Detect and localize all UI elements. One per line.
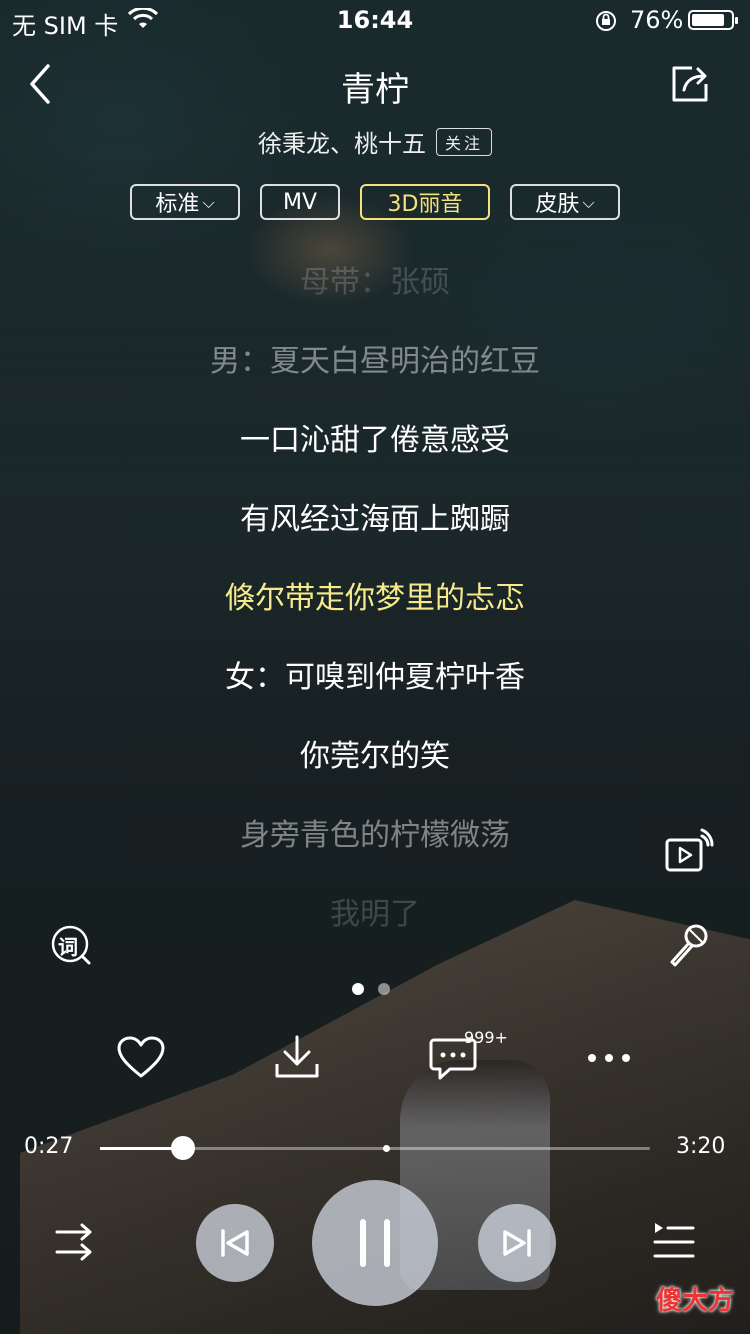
lyric-search-icon[interactable]: 词 xyxy=(50,924,91,965)
previous-icon xyxy=(221,1229,249,1257)
sound-effect-label: 3D丽音 xyxy=(387,192,463,217)
mv-chip[interactable]: MV xyxy=(260,184,340,220)
lyric-line: 女：可嗅到仲夏柠叶香 xyxy=(225,660,525,695)
pause-icon xyxy=(360,1219,390,1267)
lyrics-panel[interactable]: 母带：张硕 男：夏天白昼明治的红豆 一口沁甜了倦意感受 有风经过海面上踟蹰 倏尔… xyxy=(0,256,750,967)
skin-chip[interactable]: 皮肤 ⌵ xyxy=(510,184,620,220)
lyric-line-active: 倏尔带走你梦里的忐忑 xyxy=(225,581,525,616)
follow-button[interactable]: 关注 xyxy=(435,127,492,156)
video-cast-icon[interactable] xyxy=(664,828,714,874)
page-indicator xyxy=(352,983,390,995)
chevron-down-icon: ⌵ xyxy=(202,193,215,212)
quality-chip[interactable]: 标准 ⌵ xyxy=(130,184,240,220)
buffer-marker xyxy=(383,1145,390,1152)
sound-effect-chip[interactable]: 3D丽音 xyxy=(360,184,490,220)
watermark-logo: 傻大方 xyxy=(656,1286,735,1316)
lyric-line: 身旁青色的柠檬微荡 xyxy=(240,818,510,853)
progress-slider[interactable] xyxy=(100,1136,650,1160)
lyric-line: 有风经过海面上踟蹰 xyxy=(240,502,510,537)
artist-row: 徐秉龙、桃十五 关注 xyxy=(0,124,750,159)
lyric-line: 母带：张硕 xyxy=(300,265,450,300)
download-icon[interactable] xyxy=(274,1034,320,1080)
battery-percent: 76% xyxy=(630,6,684,34)
total-time: 3:20 xyxy=(676,1134,726,1159)
status-bar: 无 SIM 卡 16:44 76% xyxy=(0,0,750,40)
progress-thumb[interactable] xyxy=(170,1136,195,1160)
shuffle-icon[interactable] xyxy=(54,1222,98,1262)
more-options-icon[interactable] xyxy=(584,1050,634,1066)
rotation-lock-icon xyxy=(596,11,616,31)
previous-button[interactable] xyxy=(196,1204,274,1282)
current-time: 0:27 xyxy=(24,1134,74,1159)
next-icon xyxy=(503,1229,531,1257)
chevron-down-icon: ⌵ xyxy=(582,193,595,212)
lyric-line: 我明了 xyxy=(330,897,420,932)
next-button[interactable] xyxy=(478,1204,556,1282)
share-icon[interactable] xyxy=(668,62,712,106)
microphone-icon[interactable] xyxy=(666,922,712,968)
artist-name[interactable]: 徐秉龙、桃十五 xyxy=(258,124,426,159)
skin-label: 皮肤 xyxy=(535,192,580,217)
lyric-icon-char: 词 xyxy=(58,935,78,959)
option-chips: 标准 ⌵ MV 3D丽音 皮肤 ⌵ xyxy=(0,184,750,220)
mv-label: MV xyxy=(282,189,318,215)
lyric-line: 男：夏天白昼明治的红豆 xyxy=(210,344,540,379)
quality-label: 标准 xyxy=(155,192,200,217)
page-dot[interactable] xyxy=(378,983,390,995)
song-title: 青柠 xyxy=(341,70,409,110)
heart-icon[interactable] xyxy=(116,1036,166,1080)
playlist-icon[interactable] xyxy=(652,1220,696,1262)
comment-count-badge: 999+ xyxy=(464,1028,508,1047)
pause-button[interactable] xyxy=(312,1180,438,1306)
lyric-line: 你莞尔的笑 xyxy=(300,739,450,774)
page-dot-active[interactable] xyxy=(352,983,364,995)
lyric-line: 一口沁甜了倦意感受 xyxy=(240,423,510,458)
battery-icon xyxy=(688,10,738,30)
